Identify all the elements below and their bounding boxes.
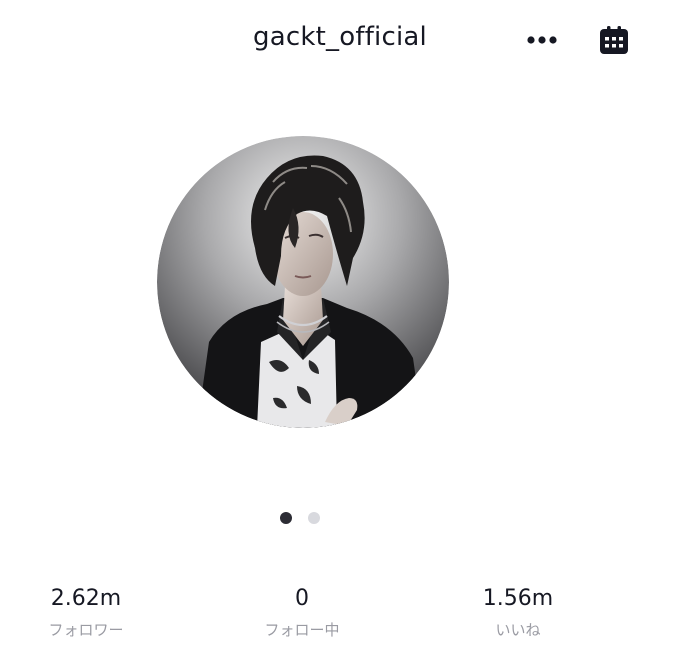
calendar-button[interactable] bbox=[596, 22, 632, 58]
likes-count: 1.56m bbox=[482, 586, 554, 611]
carousel-dot-inactive[interactable] bbox=[308, 512, 320, 524]
carousel-dot-active[interactable] bbox=[280, 512, 292, 524]
profile-photo bbox=[157, 136, 449, 428]
likes-label: いいね bbox=[495, 621, 541, 639]
calendar-icon bbox=[600, 26, 628, 54]
following-stat[interactable]: 0 フォロー中 bbox=[212, 586, 392, 640]
more-horizontal-icon bbox=[527, 36, 557, 44]
followers-label: フォロワー bbox=[48, 621, 124, 639]
likes-stat[interactable]: 1.56m いいね bbox=[428, 586, 608, 640]
followers-stat[interactable]: 2.62m フォロワー bbox=[0, 586, 176, 640]
carousel-dots bbox=[280, 512, 340, 526]
followers-count: 2.62m bbox=[50, 586, 122, 611]
following-label: フォロー中 bbox=[264, 621, 340, 639]
profile-header: gackt_official bbox=[0, 0, 680, 84]
following-count: 0 bbox=[295, 586, 309, 611]
profile-page: gackt_official 2.62m フォロワー 0 フォロー中 1.56m… bbox=[0, 0, 680, 658]
more-options-button[interactable] bbox=[524, 28, 560, 52]
username-title: gackt_official bbox=[253, 22, 427, 52]
profile-avatar[interactable] bbox=[157, 136, 449, 428]
